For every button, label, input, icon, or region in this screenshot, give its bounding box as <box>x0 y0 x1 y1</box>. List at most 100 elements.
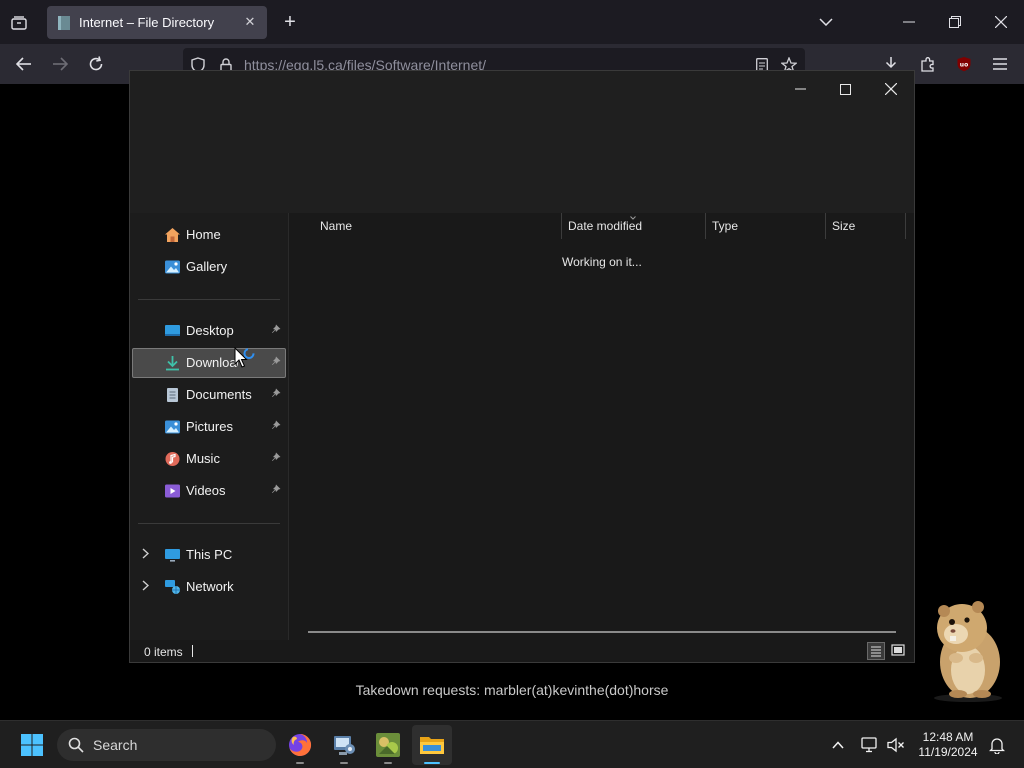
nav-item-pictures[interactable]: Pictures <box>132 412 286 442</box>
gallery-icon <box>164 259 181 275</box>
start-button[interactable] <box>12 725 52 765</box>
column-header-date-modified[interactable]: Date modified <box>568 219 642 233</box>
hamster-desktop-pet[interactable] <box>920 598 1010 702</box>
nav-item-this-pc[interactable]: This PC <box>132 540 286 570</box>
nav-item-label: Pictures <box>186 419 233 434</box>
clock-time: 12:48 AM <box>922 730 974 744</box>
search-label: Search <box>93 737 138 753</box>
taskbar-game-app[interactable] <box>368 725 408 765</box>
column-divider[interactable] <box>561 213 562 239</box>
loading-status-text: Working on it... <box>562 255 642 269</box>
list-all-tabs-chevron-icon[interactable] <box>816 13 836 31</box>
nav-item-downloads[interactable]: Downloads <box>132 348 286 378</box>
pin-icon[interactable] <box>270 324 282 336</box>
nav-item-videos[interactable]: Videos <box>132 476 286 506</box>
hamburger-menu-icon[interactable] <box>990 54 1010 74</box>
explorer-minimize-icon[interactable] <box>777 75 823 103</box>
nav-item-label: Music <box>186 451 220 466</box>
column-divider[interactable] <box>825 213 826 239</box>
nav-item-label: Desktop <box>186 323 234 338</box>
show-hidden-icons-chevron-icon[interactable] <box>830 737 846 753</box>
tab-title: Internet – File Directory <box>79 15 215 30</box>
windows-taskbar: Search 12:48 AM 11/19/2024 <box>0 720 1024 768</box>
pin-icon[interactable] <box>270 420 282 432</box>
nav-item-label: Downloads <box>186 355 238 370</box>
back-arrow-icon[interactable] <box>14 54 34 74</box>
explorer-maximize-icon[interactable] <box>822 75 868 103</box>
nav-item-label: Network <box>186 579 234 594</box>
desktop-icon <box>164 323 181 339</box>
column-divider[interactable] <box>905 213 906 239</box>
music-icon <box>164 451 181 467</box>
explorer-title-area <box>130 71 914 213</box>
browser-tab-active[interactable]: Internet – File Directory ✕ <box>47 6 267 39</box>
column-header-name[interactable]: Name <box>320 219 352 233</box>
browser-minimize-icon[interactable] <box>899 13 919 31</box>
volume-muted-icon[interactable] <box>886 736 906 754</box>
details-view-icon[interactable] <box>867 642 885 660</box>
pin-icon[interactable] <box>270 356 282 368</box>
horizontal-scrollbar[interactable] <box>308 631 896 633</box>
expand-chevron-icon[interactable] <box>142 548 150 562</box>
taskbar-firefox[interactable] <box>280 725 320 765</box>
this-pc-icon <box>164 547 181 563</box>
taskbar-control-panel[interactable] <box>324 725 364 765</box>
search-icon <box>68 737 84 758</box>
network-icon <box>164 579 181 595</box>
taskbar-file-explorer[interactable] <box>412 725 452 765</box>
nav-item-network[interactable]: Network <box>132 572 286 602</box>
ublock-origin-icon[interactable]: uo <box>954 54 974 74</box>
browser-tab-bar: Internet – File Directory ✕ + <box>0 0 1024 44</box>
explorer-close-icon[interactable] <box>868 75 914 103</box>
item-count: 0 items <box>144 645 183 659</box>
column-header-type[interactable]: Type <box>712 219 738 233</box>
sidebar-divider <box>138 523 280 524</box>
file-list-pane: Name Date modified Type Size Working on … <box>290 213 914 640</box>
sidebar-divider <box>138 299 280 300</box>
running-indicator <box>296 762 304 764</box>
nav-item-home[interactable]: Home <box>132 220 286 250</box>
nav-item-desktop[interactable]: Desktop <box>132 316 286 346</box>
pin-icon[interactable] <box>270 484 282 496</box>
mouse-cursor-busy-icon <box>234 346 255 371</box>
nav-item-music[interactable]: Music <box>132 444 286 474</box>
reload-icon[interactable] <box>86 54 106 74</box>
running-indicator <box>340 762 348 764</box>
pictures-icon <box>164 419 181 435</box>
notification-bell-icon[interactable] <box>987 735 1007 755</box>
pin-icon[interactable] <box>270 388 282 400</box>
new-tab-button[interactable]: + <box>280 11 300 33</box>
file-explorer-window: Home Gallery Desktop Downloa Documents P… <box>129 70 915 663</box>
nav-item-documents[interactable]: Documents <box>132 380 286 410</box>
nav-item-label: Videos <box>186 483 226 498</box>
nav-item-label: Home <box>186 227 221 242</box>
network-status-icon[interactable] <box>860 736 880 754</box>
explorer-status-bar: 0 items <box>130 640 914 662</box>
nav-item-gallery[interactable]: Gallery <box>132 252 286 282</box>
nav-item-label: Gallery <box>186 259 228 274</box>
documents-icon <box>164 387 181 403</box>
taskbar-search-box[interactable]: Search <box>57 729 276 761</box>
pin-icon[interactable] <box>270 452 282 464</box>
large-icons-view-icon[interactable] <box>890 642 908 660</box>
extensions-puzzle-icon[interactable] <box>918 54 938 74</box>
expand-chevron-icon[interactable] <box>142 580 150 594</box>
forward-arrow-icon[interactable] <box>50 54 70 74</box>
folder-favicon-icon <box>58 15 70 30</box>
column-divider[interactable] <box>705 213 706 239</box>
system-clock[interactable]: 12:48 AM 11/19/2024 <box>914 730 982 760</box>
nav-item-label: Documents <box>186 387 252 402</box>
tab-list-icon[interactable] <box>8 12 30 34</box>
nav-item-label: This PC <box>186 547 233 562</box>
status-divider <box>192 645 193 657</box>
column-header-size[interactable]: Size <box>832 219 855 233</box>
home-icon <box>164 227 181 243</box>
download-arrow-icon <box>164 355 181 371</box>
sort-caret-icon <box>630 207 636 220</box>
browser-close-icon[interactable] <box>991 13 1011 31</box>
tab-close-icon[interactable]: ✕ <box>242 14 258 30</box>
browser-restore-icon[interactable] <box>945 13 965 31</box>
desktop-screen: Internet – File Directory ✕ + https://eg… <box>0 0 1024 768</box>
running-indicator <box>384 762 392 764</box>
videos-icon <box>164 483 181 499</box>
